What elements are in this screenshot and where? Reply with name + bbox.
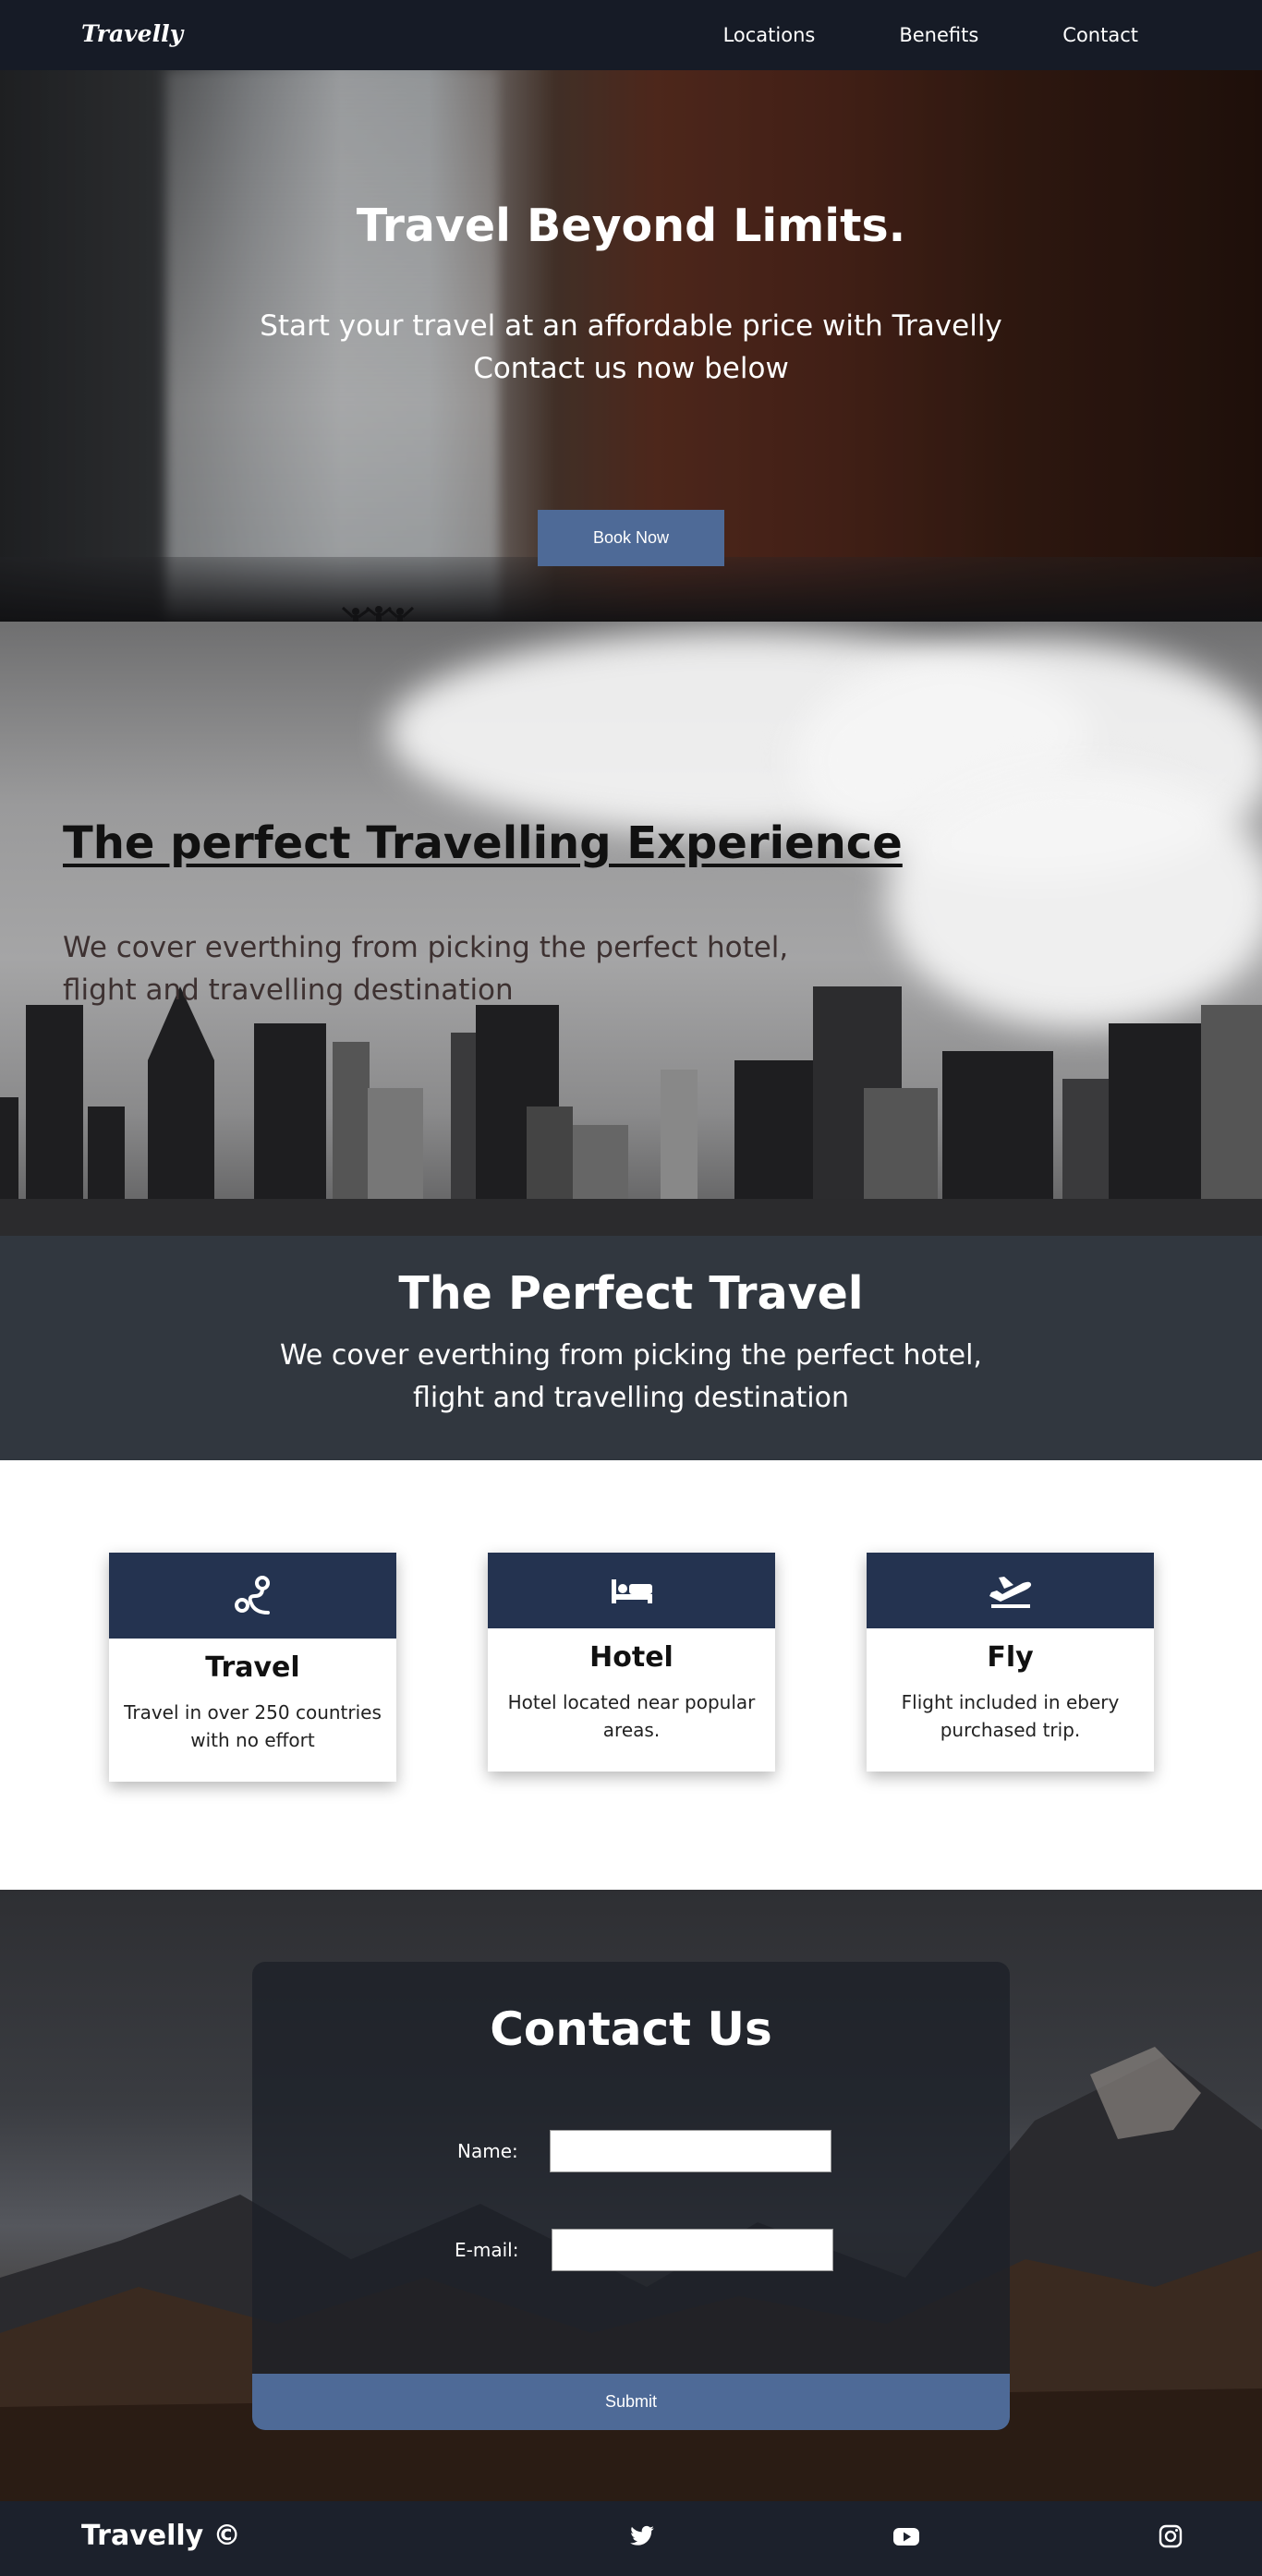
feature-text-hotel: Hotel located near popular areas.	[507, 1691, 756, 1741]
contact-section: Contact Us Name: E-mail: Submit	[0, 1890, 1262, 2501]
perfect-travel-title: The Perfect Travel	[398, 1267, 864, 1320]
brand-logo[interactable]: Travelly	[81, 20, 183, 47]
hero-subtitle-line-2: Contact us now below	[473, 352, 789, 385]
instagram-icon[interactable]	[1158, 2523, 1185, 2551]
book-now-button[interactable]: Book Now	[538, 510, 724, 566]
feature-card-header	[488, 1553, 775, 1628]
nav-link-contact[interactable]: Contact	[1062, 24, 1138, 46]
hero-title: Travel Beyond Limits.	[356, 200, 906, 252]
top-navbar: Travelly Locations Benefits Contact	[0, 0, 1262, 70]
feature-title-hotel: Hotel	[589, 1641, 673, 1674]
contact-form-panel: Contact Us Name: E-mail: Submit	[252, 1962, 1010, 2430]
hero-section: Travel Beyond Limits. Start your travel …	[0, 70, 1262, 622]
footer: Travelly ©	[0, 2501, 1262, 2576]
perfect-travel-text: We cover everthing from picking the perf…	[0, 1335, 1262, 1420]
perfect-travel-band: The Perfect Travel We cover everthing fr…	[0, 1236, 1262, 1460]
footer-brand: Travelly ©	[81, 2520, 241, 2552]
feature-card-hotel: Hotel Hotel located near popular areas.	[488, 1553, 775, 1772]
name-label: Name:	[457, 2140, 518, 2162]
twitter-icon[interactable]	[629, 2523, 657, 2551]
perfect-travel-text-line-2: flight and travelling destination	[413, 1382, 849, 1414]
hero-subtitle-line-1: Start your travel at an affordable price…	[260, 309, 1002, 343]
experience-text-line-2: flight and travelling destination	[63, 974, 514, 1007]
nav-link-locations[interactable]: Locations	[723, 24, 816, 46]
name-input[interactable]	[550, 2130, 831, 2172]
feature-text-travel: Travel in over 250 countries with no eff…	[124, 1701, 382, 1751]
city-skyline-image	[0, 986, 1262, 1236]
nav-link-benefits[interactable]: Benefits	[899, 24, 978, 46]
contact-title: Contact Us	[490, 2002, 772, 2056]
features-section: Travel Travel in over 250 countries with…	[0, 1460, 1262, 1890]
experience-text: We cover everthing from picking the perf…	[63, 926, 857, 1011]
feature-card-travel: Travel Travel in over 250 countries with…	[109, 1553, 396, 1782]
hero-subtitle: Start your travel at an affordable price…	[0, 305, 1262, 390]
experience-title: The perfect Travelling Experience	[63, 817, 903, 869]
email-input[interactable]	[552, 2229, 833, 2271]
youtube-icon[interactable]	[892, 2523, 920, 2551]
plane-departure-icon	[989, 1577, 1031, 1608]
feature-card-header	[109, 1553, 396, 1639]
name-field-row: Name:	[252, 2130, 1010, 2172]
feature-card-header	[867, 1553, 1154, 1628]
email-label: E-mail:	[455, 2239, 519, 2261]
submit-button[interactable]: Submit	[252, 2374, 1010, 2430]
bed-icon	[611, 1579, 652, 1603]
nav-links: Locations Benefits Contact	[723, 0, 1262, 70]
feature-text-fly: Flight included in ebery purchased trip.	[901, 1691, 1120, 1741]
route-icon	[234, 1575, 270, 1615]
feature-title-fly: Fly	[987, 1641, 1034, 1674]
experience-section: The perfect Travelling Experience We cov…	[0, 622, 1262, 1236]
experience-text-line-1: We cover everthing from picking the perf…	[63, 931, 789, 964]
feature-card-fly: Fly Flight included in ebery purchased t…	[867, 1553, 1154, 1772]
perfect-travel-text-line-1: We cover everthing from picking the perf…	[280, 1339, 982, 1372]
email-field-row: E-mail:	[252, 2229, 1010, 2271]
feature-title-travel: Travel	[205, 1651, 300, 1684]
